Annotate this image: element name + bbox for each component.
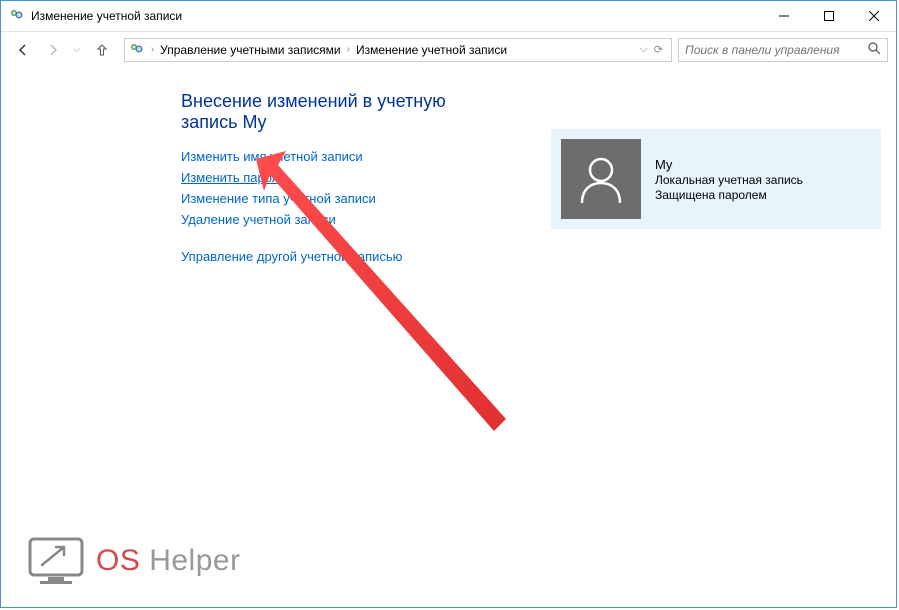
breadcrumb-item[interactable]: Управление учетными записями [156,41,344,59]
delete-account-link[interactable]: Удаление учетной записи [181,212,481,227]
window-title: Изменение учетной записи [31,9,761,23]
avatar [561,139,641,219]
search-box[interactable] [678,38,888,62]
search-input[interactable] [685,43,868,57]
search-icon[interactable] [868,42,881,58]
watermark-text: OS Helper [96,544,241,578]
account-protection: Защищена паролем [655,188,803,202]
toolbar: ⌵ › Управление учетными записями › Измен… [1,31,896,67]
titlebar: Изменение учетной записи [1,1,896,31]
breadcrumb[interactable]: › Управление учетными записями › Изменен… [124,38,672,62]
forward-button[interactable] [39,36,67,64]
account-info: My Локальная учетная запись Защищена пар… [655,157,803,202]
history-dropdown[interactable]: ⌵ [69,38,84,61]
chevron-right-icon: › [149,44,156,55]
back-button[interactable] [9,36,37,64]
account-type: Локальная учетная запись [655,173,803,187]
watermark-logo-icon [26,535,86,587]
breadcrumb-dropdown[interactable]: ⌵ [639,43,647,56]
refresh-button[interactable]: ⟳ [654,43,663,56]
content-area: Внесение изменений в учетную запись My И… [1,67,896,264]
breadcrumb-item[interactable]: Изменение учетной записи [352,41,511,59]
manage-other-link[interactable]: Управление другой учетной записью [181,249,481,264]
page-title: Внесение изменений в учетную запись My [181,91,481,133]
account-card[interactable]: My Локальная учетная запись Защищена пар… [551,129,881,229]
watermark-os: OS [96,544,140,577]
window-frame: Изменение учетной записи ⌵ [0,0,897,608]
maximize-button[interactable] [806,1,851,31]
task-links: Изменить имя учетной записи Изменить пар… [181,149,481,264]
watermark: OS Helper [26,535,241,587]
change-password-link[interactable]: Изменить пароль [181,170,481,185]
app-icon [9,8,25,24]
up-button[interactable] [90,38,114,62]
watermark-helper: Helper [149,544,240,577]
change-type-link[interactable]: Изменение типа учетной записи [181,191,481,206]
task-panel: Внесение изменений в учетную запись My И… [181,91,481,264]
change-name-link[interactable]: Изменить имя учетной записи [181,149,481,164]
breadcrumb-icon [129,42,145,58]
close-button[interactable] [851,1,896,31]
minimize-button[interactable] [761,1,806,31]
window-controls [761,1,896,31]
account-name: My [655,157,803,172]
chevron-right-icon: › [345,44,352,55]
